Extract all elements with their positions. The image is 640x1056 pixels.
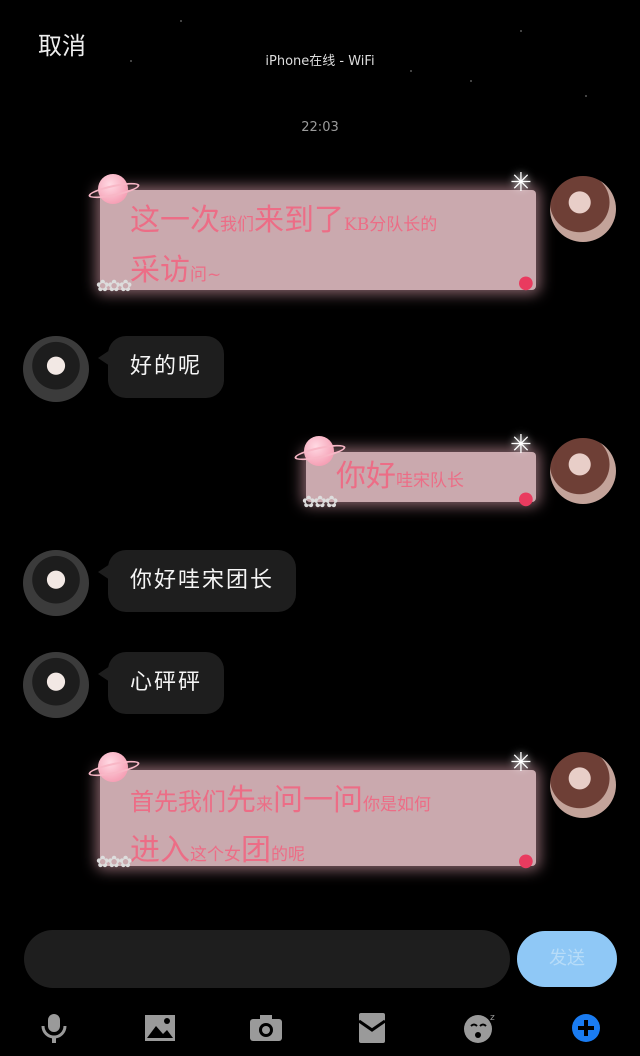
avatar[interactable] bbox=[550, 752, 616, 818]
emoji-icon[interactable]: z bbox=[460, 1008, 500, 1048]
sticker-text: 采访 bbox=[130, 253, 190, 288]
connection-status: iPhone在线 - WiFi bbox=[265, 54, 375, 69]
message-timestamp: 22:03 bbox=[301, 120, 339, 135]
message-bubble[interactable]: 心砰砰 bbox=[97, 652, 225, 714]
message-input[interactable] bbox=[24, 930, 510, 988]
avatar[interactable] bbox=[23, 336, 89, 402]
sticker-text: 来到了 bbox=[254, 203, 344, 238]
avatar[interactable] bbox=[23, 550, 89, 616]
sticker-text: 你是如何 bbox=[363, 795, 431, 815]
planet-icon bbox=[304, 436, 334, 466]
message-bubble[interactable]: 你好哇宋团长 bbox=[97, 550, 297, 612]
message-bubble[interactable]: 好的呢 bbox=[97, 336, 225, 398]
top-bar: 取消 iPhone在线 - WiFi bbox=[0, 0, 640, 90]
sparkle-icon: ✳ bbox=[510, 748, 532, 778]
red-envelope-icon[interactable] bbox=[352, 1008, 392, 1048]
strawberry-icon: ● bbox=[518, 272, 534, 293]
input-toolbar: z bbox=[0, 1000, 640, 1056]
sticker-bubble[interactable]: 首先我们先来问一问你是如何 进入这个女团的呢 bbox=[100, 770, 536, 868]
sticker-text: 团 bbox=[241, 833, 271, 868]
image-icon[interactable] bbox=[140, 1008, 180, 1048]
sticker-text: 问~ bbox=[190, 265, 222, 285]
avatar[interactable] bbox=[550, 438, 616, 504]
sticker-text: 问一问 bbox=[273, 783, 363, 818]
sticker-text: 先 bbox=[226, 783, 256, 818]
camera-icon[interactable] bbox=[246, 1008, 286, 1048]
sticker-text: 首先我们 bbox=[130, 788, 226, 816]
planet-icon bbox=[98, 752, 128, 782]
avatar[interactable] bbox=[550, 176, 616, 242]
sticker-text: 这一次 bbox=[130, 203, 220, 238]
sticker-bubble[interactable]: 你好哇宋队长 bbox=[306, 452, 536, 502]
sticker-bubble[interactable]: 这一次我们来到了KB分队长的 采访问~ bbox=[100, 190, 536, 290]
plus-icon[interactable] bbox=[566, 1008, 606, 1048]
sparkle-icon: ✳ bbox=[510, 168, 532, 198]
flower-icon: ✿✿✿ bbox=[96, 276, 132, 295]
strawberry-icon: ● bbox=[518, 488, 534, 509]
microphone-icon[interactable] bbox=[34, 1008, 74, 1048]
sticker-text: 进入 bbox=[130, 833, 190, 868]
sticker-text: 的呢 bbox=[271, 845, 305, 865]
send-button[interactable]: 发送 bbox=[517, 931, 617, 987]
avatar[interactable] bbox=[23, 652, 89, 718]
sticker-text: 这个女 bbox=[190, 845, 241, 865]
flower-icon: ✿✿✿ bbox=[96, 852, 132, 871]
sticker-text: 来 bbox=[256, 795, 273, 815]
strawberry-icon: ● bbox=[518, 850, 534, 871]
planet-icon bbox=[98, 174, 128, 204]
sticker-text: 你好 bbox=[336, 459, 396, 494]
sticker-text: KB分队长的 bbox=[344, 215, 438, 235]
sparkle-icon: ✳ bbox=[510, 430, 532, 460]
flower-icon: ✿✿✿ bbox=[302, 492, 338, 511]
sticker-text: 哇宋队长 bbox=[396, 471, 464, 491]
sticker-text: 我们 bbox=[220, 215, 254, 235]
svg-text:z: z bbox=[490, 1013, 495, 1023]
